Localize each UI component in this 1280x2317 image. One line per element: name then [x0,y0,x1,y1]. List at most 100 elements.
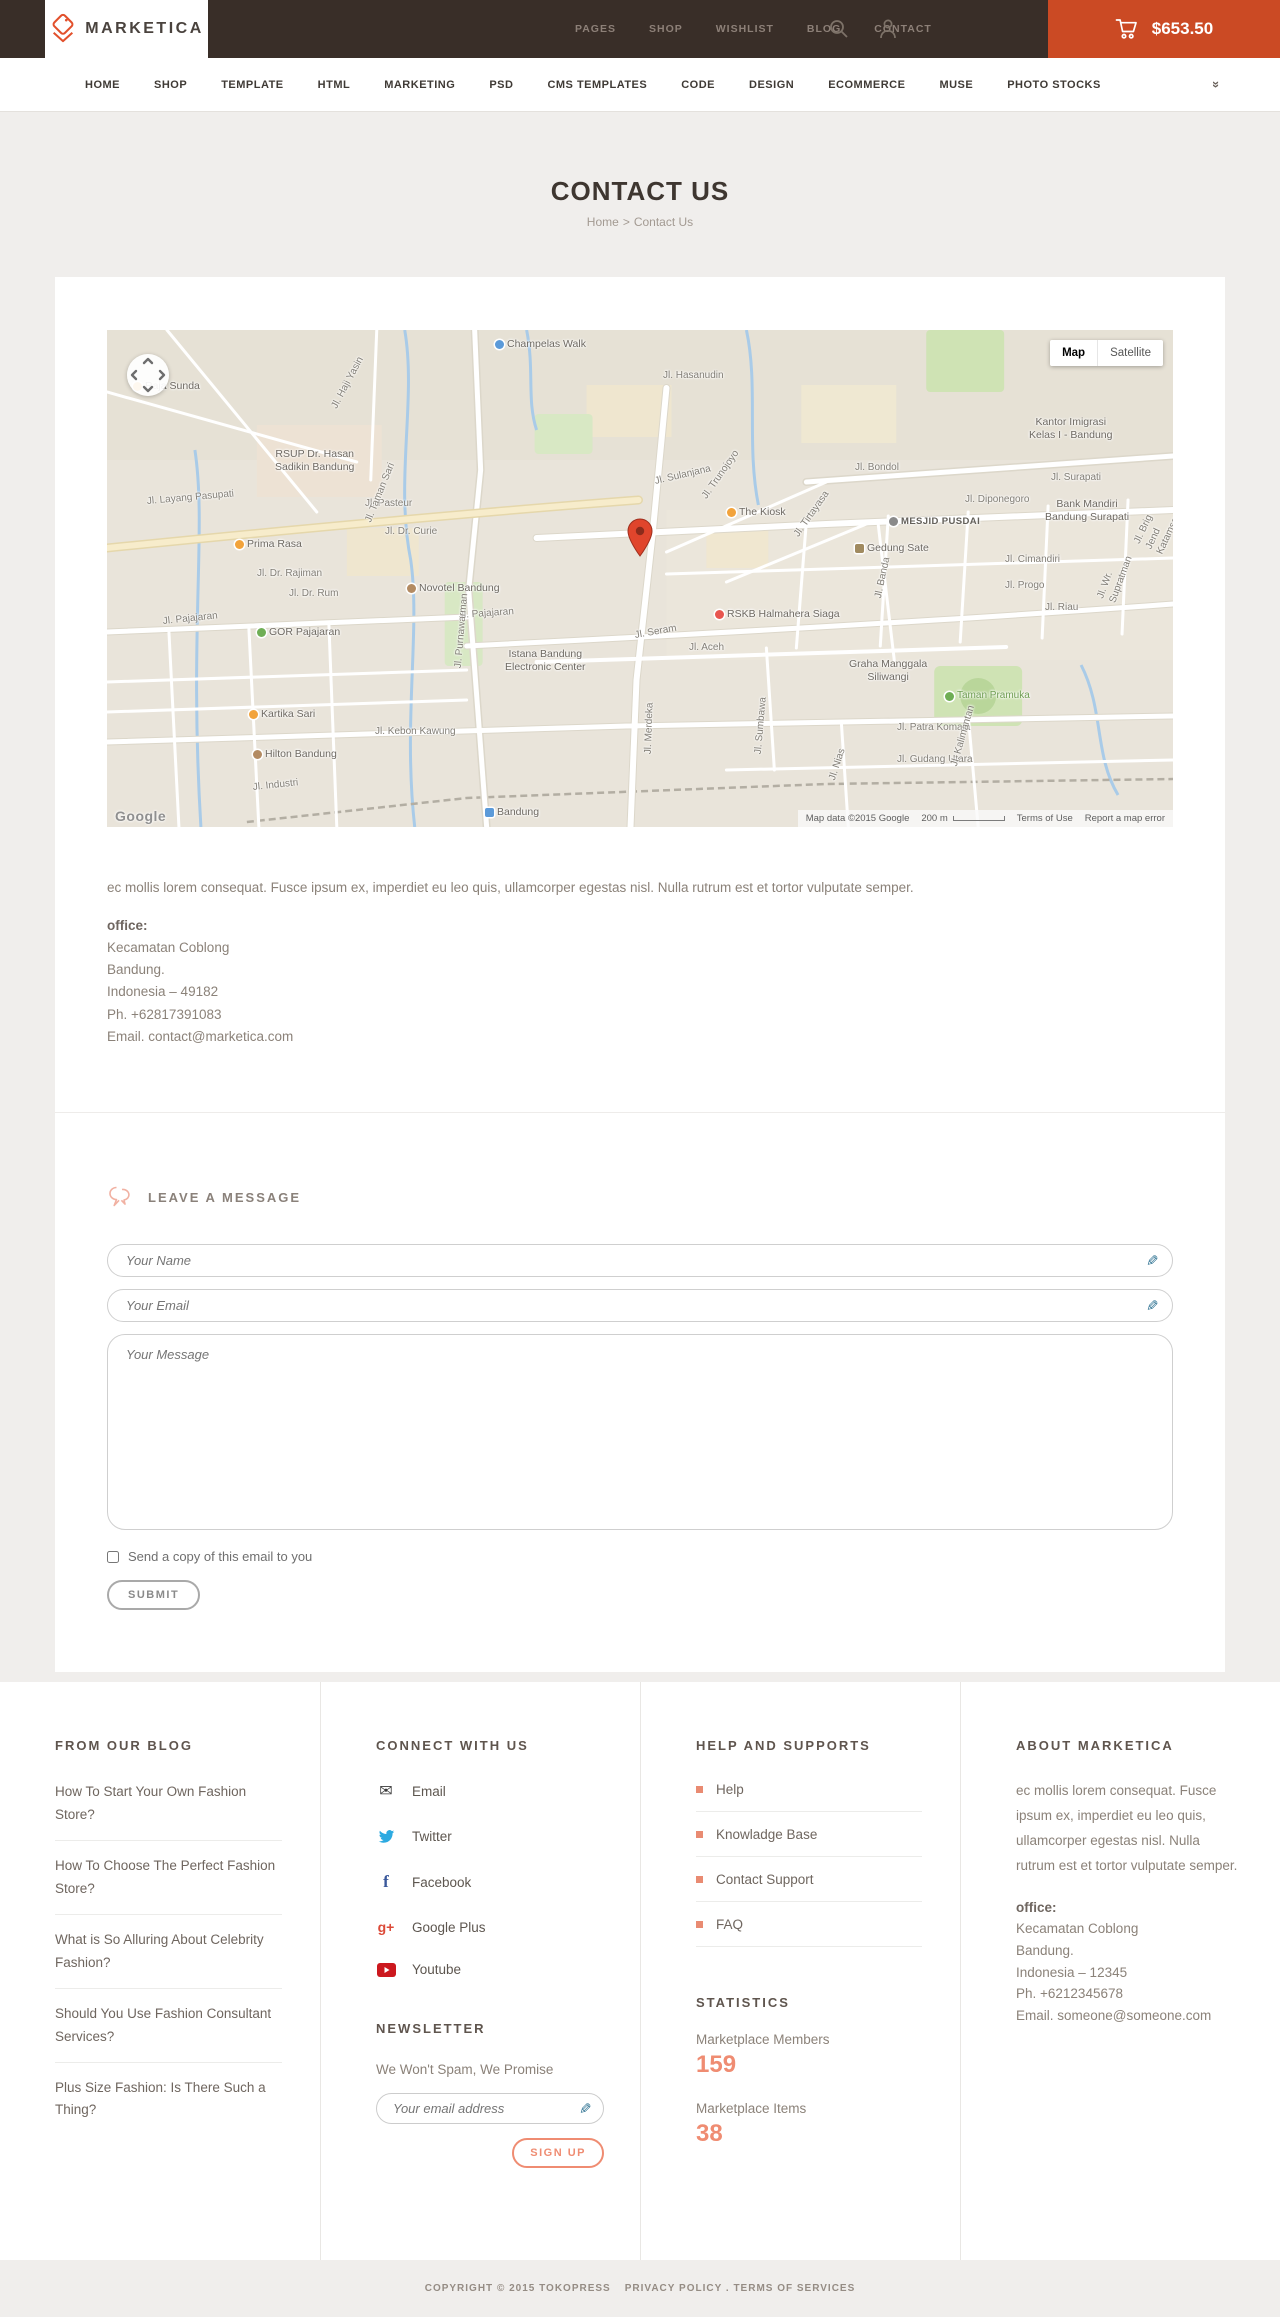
map-label: Jl. Merdeka [642,702,656,755]
map-type-toggle: Map Satellite [1050,340,1163,366]
connect-label: Facebook [412,1874,472,1890]
main-nav-item-photo-stocks[interactable]: PHOTO STOCKS [1007,79,1101,91]
help-link-help[interactable]: Help [696,1767,922,1812]
main-nav-item-html[interactable]: HTML [318,79,351,91]
about-office-block: office: Kecamatan Coblong Bandung. Indones… [1016,1897,1242,2027]
copyright-separator: . [725,2283,730,2294]
help-link-faq[interactable]: FAQ [696,1902,922,1947]
main-nav-item-shop[interactable]: SHOP [154,79,187,91]
map-marker-pin[interactable] [627,518,653,563]
report-map-error-link[interactable]: Report a map error [1085,813,1165,824]
chat-bubbles-icon [107,1186,134,1208]
blog-link[interactable]: Plus Size Fashion: Is There Such a Thing… [55,2063,282,2136]
cart-button[interactable]: $653.50 [1048,0,1280,58]
newsletter-tagline: We Won't Spam, We Promise [376,2062,554,2077]
office-label: office: [1016,1899,1057,1915]
submit-button[interactable]: SUBMIT [107,1580,201,1611]
message-field-wrap [107,1334,1173,1535]
gov-map-icon [855,544,864,554]
help-label: Contact Support [716,1872,814,1887]
map-label: RSUP Dr. Hasan Sadikin Bandung [275,448,355,474]
top-nav-item-wishlist[interactable]: WISHLIST [716,23,774,35]
map-label: Jl. Diponegoro [965,494,1030,505]
main-content: CONTACT US Home > Contact Us Champelas W… [0,112,1280,1682]
main-nav-item-muse[interactable]: MUSE [939,79,973,91]
office-line: Bandung. [107,962,165,978]
connect-label: Email [412,1783,446,1799]
top-nav-item-shop[interactable]: SHOP [649,23,683,35]
send-copy-checkbox[interactable] [107,1550,119,1563]
connect-link-google-plus[interactable]: g+ Google Plus [376,1919,602,1935]
main-nav-item-ecommerce[interactable]: ECOMMERCE [828,79,905,91]
main-nav-item-code[interactable]: CODE [681,79,715,91]
breadcrumb-home-link[interactable]: Home [587,215,619,229]
map[interactable]: Champelas Walk Jl. Hasanudin Raja Sunda Jl.… [107,330,1173,827]
brand-tag-icon [49,13,77,45]
park-map-icon [257,628,266,638]
office-line: Kecamatan Coblong [107,939,230,955]
footer-help-column: HELP AND SUPPORTS Help Knowladge Base Cont… [640,1682,960,2260]
connect-link-twitter[interactable]: Twitter [376,1828,602,1845]
map-label: Champelas Walk [495,338,586,351]
main-nav-item-cms-templates[interactable]: CMS TEMPLATES [547,79,647,91]
help-label: Knowladge Base [716,1827,818,1842]
main-nav-item-template[interactable]: TEMPLATE [221,79,283,91]
connect-link-email[interactable]: ✉ Email [376,1781,602,1801]
search-icon[interactable] [828,18,850,40]
blog-link[interactable]: How To Start Your Own Fashion Store? [55,1767,282,1841]
main-nav-item-psd[interactable]: PSD [489,79,513,91]
map-label: Kartika Sari [249,708,315,721]
terms-of-services-link[interactable]: TERMS OF SERVICES [733,2283,855,2294]
top-icons [828,0,898,58]
map-label: MESJID PUSDAI [889,516,980,528]
terms-of-use-link[interactable]: Terms of Use [1017,813,1073,824]
square-bullet-icon [696,1786,703,1793]
lodge-map-icon [253,750,262,760]
blog-link[interactable]: Should You Use Fashion Consultant Servic… [55,1989,282,2063]
cart-total: $653.50 [1151,19,1214,38]
connect-link-facebook[interactable]: f Facebook [376,1872,602,1892]
blog-link[interactable]: What is So Alluring About Celebrity Fash… [55,1915,282,1989]
map-label: Jl. Surapati [1051,472,1102,483]
email-input[interactable] [107,1289,1173,1323]
help-link-knowladge-base[interactable]: Knowladge Base [696,1812,922,1857]
map-pan-control[interactable] [127,354,169,396]
main-nav-items: HOME SHOP TEMPLATE HTML MARKETING PSD CMS TEMP… [85,79,1101,91]
google-logo[interactable]: Google [115,808,166,824]
name-input[interactable] [107,1244,1173,1278]
main-nav-item-home[interactable]: HOME [85,79,120,91]
hosp-map-icon [715,610,724,620]
brand-logo[interactable]: MARKETICA [45,0,208,58]
newsletter-email-input[interactable] [376,2093,604,2124]
train-map-icon [485,808,494,818]
main-nav-item-design[interactable]: DESIGN [749,79,794,91]
help-link-contact-support[interactable]: Contact Support [696,1857,922,1902]
help-heading: HELP AND SUPPORTS [696,1738,871,1753]
signup-button[interactable]: SIGN UP [512,2138,604,2168]
privacy-policy-link[interactable]: PRIVACY POLICY [625,2283,722,2294]
form-heading-label: LEAVE A MESSAGE [148,1189,302,1205]
main-nav-item-marketing[interactable]: MARKETING [384,79,455,91]
help-list: Help Knowladge Base Contact Support FAQ [696,1767,922,1947]
map-button[interactable]: Map [1050,340,1099,366]
connect-label: Google Plus [412,1919,486,1935]
leave-message-section: LEAVE A MESSAGE ✎ ✎ Send a copy of this … [107,1113,1173,1672]
googleplus-icon: g+ [377,1919,395,1935]
main-nav: HOME SHOP TEMPLATE HTML MARKETING PSD CMS TEMP… [0,58,1280,112]
chevron-double-down-icon[interactable]: » [1209,81,1224,88]
page-title: CONTACT US [550,176,730,206]
form-heading: LEAVE A MESSAGE [107,1186,1173,1208]
blog-link[interactable]: How To Choose The Perfect Fashion Store? [55,1841,282,1915]
user-icon[interactable] [878,18,898,40]
map-label: Prima Rasa [235,538,302,551]
message-textarea[interactable] [107,1334,1173,1531]
copyright-text: COPYRIGHT © 2015 TOKOPRESS [424,2283,611,2294]
help-label: Help [716,1782,744,1797]
satellite-button[interactable]: Satellite [1098,340,1163,366]
breadcrumb: Home > Contact Us [0,215,1280,229]
map-label: Jl. Kebon Kawung [375,726,456,737]
top-header: MARKETICA PAGES SHOP WISHLIST BLOG CONTACT [0,0,1280,58]
top-nav-item-pages[interactable]: PAGES [575,23,616,35]
square-bullet-icon [696,1876,703,1883]
connect-link-youtube[interactable]: Youtube [376,1962,602,1977]
